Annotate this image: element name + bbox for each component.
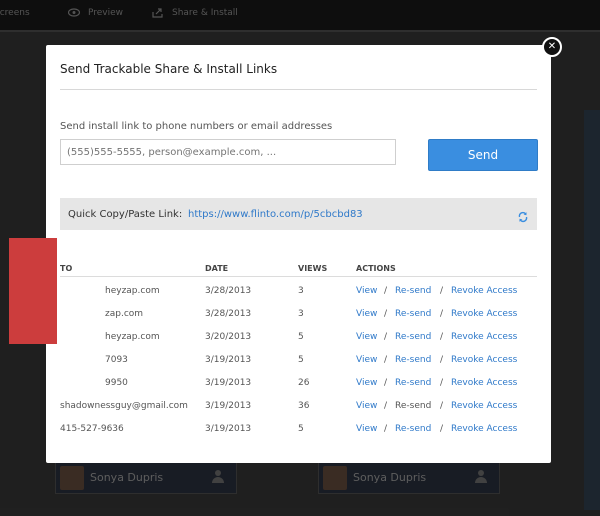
- recipient: heyzap.com: [105, 332, 160, 342]
- refresh-icon[interactable]: [517, 208, 529, 223]
- table-row: heyzap.com 3/20/2013 5 View / Re-send / …: [60, 330, 537, 348]
- send-instruction: Send install link to phone numbers or em…: [60, 121, 333, 132]
- separator: /: [440, 286, 444, 296]
- recipient: 415-527-9636: [60, 424, 124, 434]
- view-link[interactable]: View: [356, 309, 377, 319]
- view-count: 26: [298, 378, 310, 388]
- separator: /: [384, 378, 388, 388]
- separator: /: [440, 401, 444, 411]
- view-count: 5: [298, 424, 304, 434]
- separator: /: [440, 355, 444, 365]
- resend-link[interactable]: Re-send: [395, 378, 431, 388]
- revoke-access-link[interactable]: Revoke Access: [451, 309, 517, 319]
- sent-date: 3/28/2013: [205, 309, 252, 319]
- separator: /: [440, 309, 444, 319]
- revoke-access-link[interactable]: Revoke Access: [451, 286, 517, 296]
- title-divider: [60, 89, 537, 90]
- col-header-views: VIEWS: [298, 264, 328, 273]
- separator: /: [384, 401, 388, 411]
- view-link[interactable]: View: [356, 332, 377, 342]
- quick-link-url[interactable]: https://www.flinto.com/p/5cbcbd83: [188, 209, 363, 220]
- view-count: 36: [298, 401, 310, 411]
- quick-link-label: Quick Copy/Paste Link:: [68, 209, 183, 220]
- view-link[interactable]: View: [356, 424, 377, 434]
- sent-date: 3/19/2013: [205, 378, 252, 388]
- separator: /: [440, 378, 444, 388]
- table-row: shadownessguy@gmail.com 3/19/2013 36 Vie…: [60, 399, 537, 417]
- separator: /: [384, 424, 388, 434]
- recipients-input[interactable]: [60, 139, 396, 165]
- separator: /: [384, 309, 388, 319]
- recipient: heyzap.com: [105, 286, 160, 296]
- separator: /: [384, 286, 388, 296]
- separator: /: [384, 332, 388, 342]
- view-count: 5: [298, 355, 304, 365]
- redaction-block: [9, 238, 57, 344]
- col-header-to: TO: [60, 264, 73, 273]
- send-button[interactable]: Send: [428, 139, 538, 171]
- sent-date: 3/20/2013: [205, 332, 252, 342]
- recipient: zap.com: [105, 309, 144, 319]
- table-row: 415-527-9636 3/19/2013 5 View / Re-send …: [60, 422, 537, 440]
- separator: /: [384, 355, 388, 365]
- dialog-title: Send Trackable Share & Install Links: [60, 62, 278, 76]
- view-link[interactable]: View: [356, 378, 377, 388]
- recipient: 7093: [105, 355, 128, 365]
- revoke-access-link[interactable]: Revoke Access: [451, 332, 517, 342]
- quick-link-bar: Quick Copy/Paste Link: https://www.flint…: [60, 198, 537, 230]
- resend-link[interactable]: Re-send: [395, 424, 431, 434]
- view-count: 3: [298, 309, 304, 319]
- table-header-divider: [60, 276, 537, 277]
- col-header-date: DATE: [205, 264, 229, 273]
- sent-date: 3/19/2013: [205, 355, 252, 365]
- revoke-access-link[interactable]: Revoke Access: [451, 424, 517, 434]
- view-link[interactable]: View: [356, 286, 377, 296]
- resend-link[interactable]: Re-send: [395, 286, 431, 296]
- resend-link[interactable]: Re-send: [395, 309, 431, 319]
- revoke-access-link[interactable]: Revoke Access: [451, 378, 517, 388]
- recipient: shadownessguy@gmail.com: [60, 401, 188, 411]
- share-install-dialog: Send Trackable Share & Install Links Sen…: [46, 45, 551, 463]
- resend-link[interactable]: Re-send: [395, 355, 431, 365]
- view-count: 3: [298, 286, 304, 296]
- revoke-access-link[interactable]: Revoke Access: [451, 355, 517, 365]
- resend-link[interactable]: Re-send: [395, 332, 431, 342]
- view-link[interactable]: View: [356, 355, 377, 365]
- recipient: 9950: [105, 378, 128, 388]
- view-count: 5: [298, 332, 304, 342]
- table-row: heyzap.com 3/28/2013 3 View / Re-send / …: [60, 284, 537, 302]
- separator: /: [440, 332, 444, 342]
- close-icon[interactable]: ✕: [542, 37, 562, 57]
- table-row: 7093 3/19/2013 5 View / Re-send / Revoke…: [60, 353, 537, 371]
- revoke-access-link[interactable]: Revoke Access: [451, 401, 517, 411]
- view-link[interactable]: View: [356, 401, 377, 411]
- sent-date: 3/28/2013: [205, 286, 252, 296]
- sent-date: 3/19/2013: [205, 424, 252, 434]
- table-row: zap.com 3/28/2013 3 View / Re-send / Rev…: [60, 307, 537, 325]
- table-row: 9950 3/19/2013 26 View / Re-send / Revok…: [60, 376, 537, 394]
- resend-link[interactable]: Re-send: [395, 401, 431, 411]
- col-header-actions: ACTIONS: [356, 264, 396, 273]
- separator: /: [440, 424, 444, 434]
- sent-date: 3/19/2013: [205, 401, 252, 411]
